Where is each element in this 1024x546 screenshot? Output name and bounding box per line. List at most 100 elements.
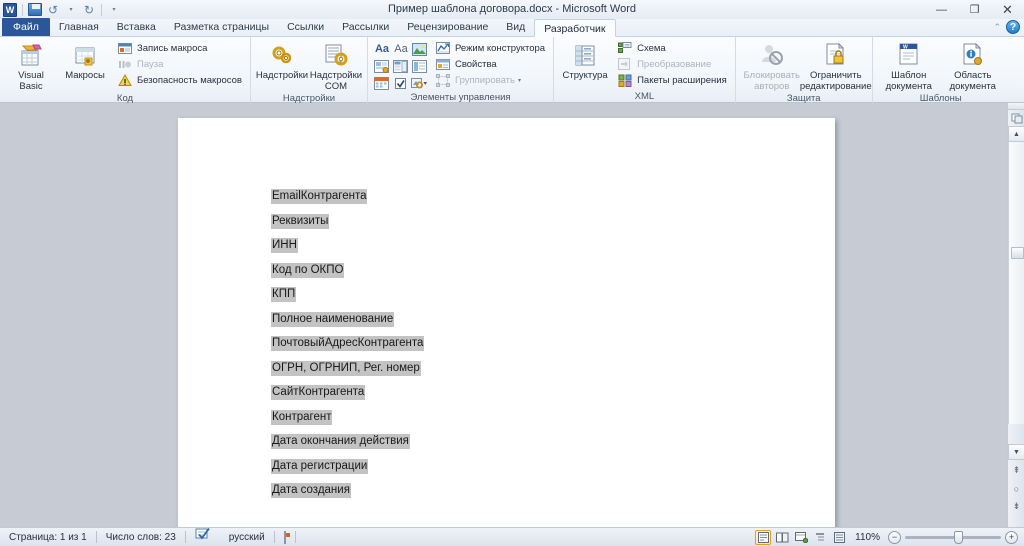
close-button[interactable]: ✕ bbox=[991, 0, 1024, 19]
com-addins-button[interactable]: Надстройки COM bbox=[310, 39, 362, 92]
doc-field-ogrn[interactable]: ОГРН, ОГРНИП, Рег. номер bbox=[271, 361, 421, 376]
word-count-status[interactable]: Число слов: 23 bbox=[97, 528, 185, 546]
outline-view-button[interactable] bbox=[812, 530, 828, 545]
doc-field-inn[interactable]: ИНН bbox=[271, 238, 298, 253]
rich-text-control-icon[interactable]: Aa bbox=[373, 41, 391, 57]
customize-qat-icon[interactable]: ▾ bbox=[106, 2, 122, 18]
split-window-handle[interactable] bbox=[1008, 103, 1024, 110]
scroll-up-button[interactable]: ▲ bbox=[1008, 126, 1024, 142]
zoom-out-button[interactable]: − bbox=[888, 531, 901, 544]
tab-developer[interactable]: Разработчик bbox=[534, 19, 615, 37]
addins-button[interactable]: Надстройки bbox=[256, 39, 308, 82]
next-page-button[interactable]: ⇟ bbox=[1008, 499, 1024, 514]
tab-page-layout[interactable]: Разметка страницы bbox=[165, 18, 278, 36]
combo-box-control-icon[interactable] bbox=[392, 58, 410, 74]
zoom-slider[interactable]: − + bbox=[888, 531, 1018, 544]
tab-file[interactable]: Файл bbox=[2, 18, 50, 36]
doc-field-polnoe-naimenovanie[interactable]: Полное наименование bbox=[271, 312, 394, 327]
date-picker-control-icon[interactable] bbox=[373, 75, 391, 91]
vertical-scrollbar[interactable]: ▲ ▼ ⇞ ○ ⇟ bbox=[1007, 103, 1024, 527]
spellcheck-icon[interactable] bbox=[186, 527, 220, 546]
scroll-thumb[interactable] bbox=[1011, 247, 1024, 259]
doc-field-data-sozdaniya[interactable]: Дата создания bbox=[271, 483, 351, 498]
restore-button[interactable]: ❐ bbox=[958, 0, 991, 19]
scroll-down-button[interactable]: ▼ bbox=[1008, 444, 1024, 460]
select-browse-object-top-icon[interactable] bbox=[1008, 110, 1024, 125]
collapse-ribbon-icon[interactable]: ⌃ bbox=[993, 22, 1001, 33]
record-macro-label: Запись макроса bbox=[137, 43, 207, 54]
zoom-in-button[interactable]: + bbox=[1005, 531, 1018, 544]
doc-field-rekvizity[interactable]: Реквизиты bbox=[271, 214, 329, 229]
undo-icon[interactable]: ↺ bbox=[45, 2, 61, 18]
plain-text-control-icon[interactable]: Aa bbox=[392, 41, 410, 57]
document-body[interactable]: EmailКонтрагента Реквизиты ИНН Код по ОК… bbox=[271, 186, 424, 505]
tab-home[interactable]: Главная bbox=[50, 18, 108, 36]
doc-field-pochtovyi-adres[interactable]: ПочтовыйАдресКонтрагента bbox=[271, 336, 424, 351]
language-status[interactable]: русский bbox=[220, 528, 274, 546]
doc-field-email-kontragenta[interactable]: EmailКонтрагента bbox=[271, 189, 367, 204]
draft-view-button[interactable] bbox=[831, 530, 847, 545]
record-macro-button[interactable]: Запись макроса bbox=[113, 41, 245, 56]
schema-button[interactable]: Схема bbox=[613, 41, 730, 56]
save-icon[interactable] bbox=[27, 2, 43, 18]
transformation-button[interactable]: Преобразование bbox=[613, 57, 730, 72]
print-layout-view-button[interactable] bbox=[755, 530, 771, 545]
visual-basic-button[interactable]: Visual Basic bbox=[5, 39, 57, 92]
design-mode-icon bbox=[434, 41, 452, 57]
check-box-control-icon[interactable] bbox=[392, 75, 410, 91]
zoom-level-label[interactable]: 110% bbox=[850, 532, 885, 543]
tab-view[interactable]: Вид bbox=[497, 18, 534, 36]
tab-review[interactable]: Рецензирование bbox=[398, 18, 497, 36]
macro-record-icon[interactable] bbox=[275, 528, 295, 546]
window-title: Пример шаблона договора.docx - Microsoft… bbox=[0, 0, 1024, 19]
picture-control-icon[interactable] bbox=[411, 41, 429, 57]
undo-dropdown-icon[interactable]: ▾ bbox=[63, 2, 79, 18]
select-browse-object-button[interactable]: ○ bbox=[1008, 481, 1024, 496]
help-icon[interactable]: ? bbox=[1006, 20, 1020, 34]
legacy-tools-icon[interactable] bbox=[411, 75, 429, 91]
doc-field-data-okonchaniya[interactable]: Дата окончания действия bbox=[271, 434, 410, 449]
redo-icon[interactable]: ↻ bbox=[81, 2, 97, 18]
quick-access-toolbar[interactable]: W ↺ ▾ ↻ ▾ bbox=[0, 0, 122, 19]
building-block-gallery-icon[interactable] bbox=[373, 58, 391, 74]
pause-recording-button[interactable]: Пауза bbox=[113, 57, 245, 72]
structure-button[interactable]: Структура bbox=[559, 39, 611, 82]
previous-page-button[interactable]: ⇞ bbox=[1008, 463, 1024, 478]
zoom-thumb[interactable] bbox=[954, 531, 963, 544]
properties-button[interactable]: Свойства bbox=[431, 57, 548, 72]
doc-field-kod-po-okpo[interactable]: Код по ОКПО bbox=[271, 263, 344, 278]
controls-small-buttons: Режим конструктора Свойст bbox=[431, 39, 548, 88]
macros-button[interactable]: Макросы bbox=[59, 39, 111, 82]
scroll-track[interactable] bbox=[1008, 142, 1024, 424]
macro-security-button[interactable]: Безопасность макросов bbox=[113, 73, 245, 88]
document-panel-button[interactable]: Область документа bbox=[942, 39, 1004, 92]
doc-field-kontragent[interactable]: Контрагент bbox=[271, 410, 332, 425]
expansion-packs-button[interactable]: Пакеты расширения bbox=[613, 73, 730, 88]
structure-icon bbox=[572, 41, 598, 71]
document-field-line: СайтКонтрагента bbox=[271, 382, 424, 407]
document-field-line: Контрагент bbox=[271, 407, 424, 432]
document-canvas[interactable]: EmailКонтрагента Реквизиты ИНН Код по ОК… bbox=[0, 103, 1024, 527]
page-number-status[interactable]: Страница: 1 из 1 bbox=[0, 528, 96, 546]
group-button[interactable]: Группировать ▾ bbox=[431, 73, 548, 88]
web-layout-view-button[interactable] bbox=[793, 530, 809, 545]
restrict-editing-button[interactable]: Ограничить редактирование bbox=[805, 39, 867, 92]
drop-down-list-control-icon[interactable] bbox=[411, 58, 429, 74]
tab-references[interactable]: Ссылки bbox=[278, 18, 333, 36]
zoom-track[interactable] bbox=[905, 536, 1001, 539]
full-screen-reading-view-button[interactable] bbox=[774, 530, 790, 545]
minimize-button[interactable]: — bbox=[925, 0, 958, 19]
doc-field-data-registratsii[interactable]: Дата регистрации bbox=[271, 459, 368, 474]
design-mode-button[interactable]: Режим конструктора bbox=[431, 41, 548, 56]
tab-insert[interactable]: Вставка bbox=[108, 18, 165, 36]
doc-field-kpp[interactable]: КПП bbox=[271, 287, 296, 302]
block-authors-button[interactable]: Блокировать авторов bbox=[741, 39, 803, 92]
document-template-button[interactable]: W Шаблон документа bbox=[878, 39, 940, 92]
group-dropdown-icon[interactable]: ▾ bbox=[518, 77, 521, 84]
restrict-editing-icon bbox=[822, 41, 850, 71]
word-app-icon[interactable]: W bbox=[2, 2, 18, 18]
document-page[interactable]: EmailКонтрагента Реквизиты ИНН Код по ОК… bbox=[178, 118, 835, 527]
doc-field-sait-kontragenta[interactable]: СайтКонтрагента bbox=[271, 385, 365, 400]
tab-mailings[interactable]: Рассылки bbox=[333, 18, 398, 36]
document-field-line: Реквизиты bbox=[271, 211, 424, 236]
